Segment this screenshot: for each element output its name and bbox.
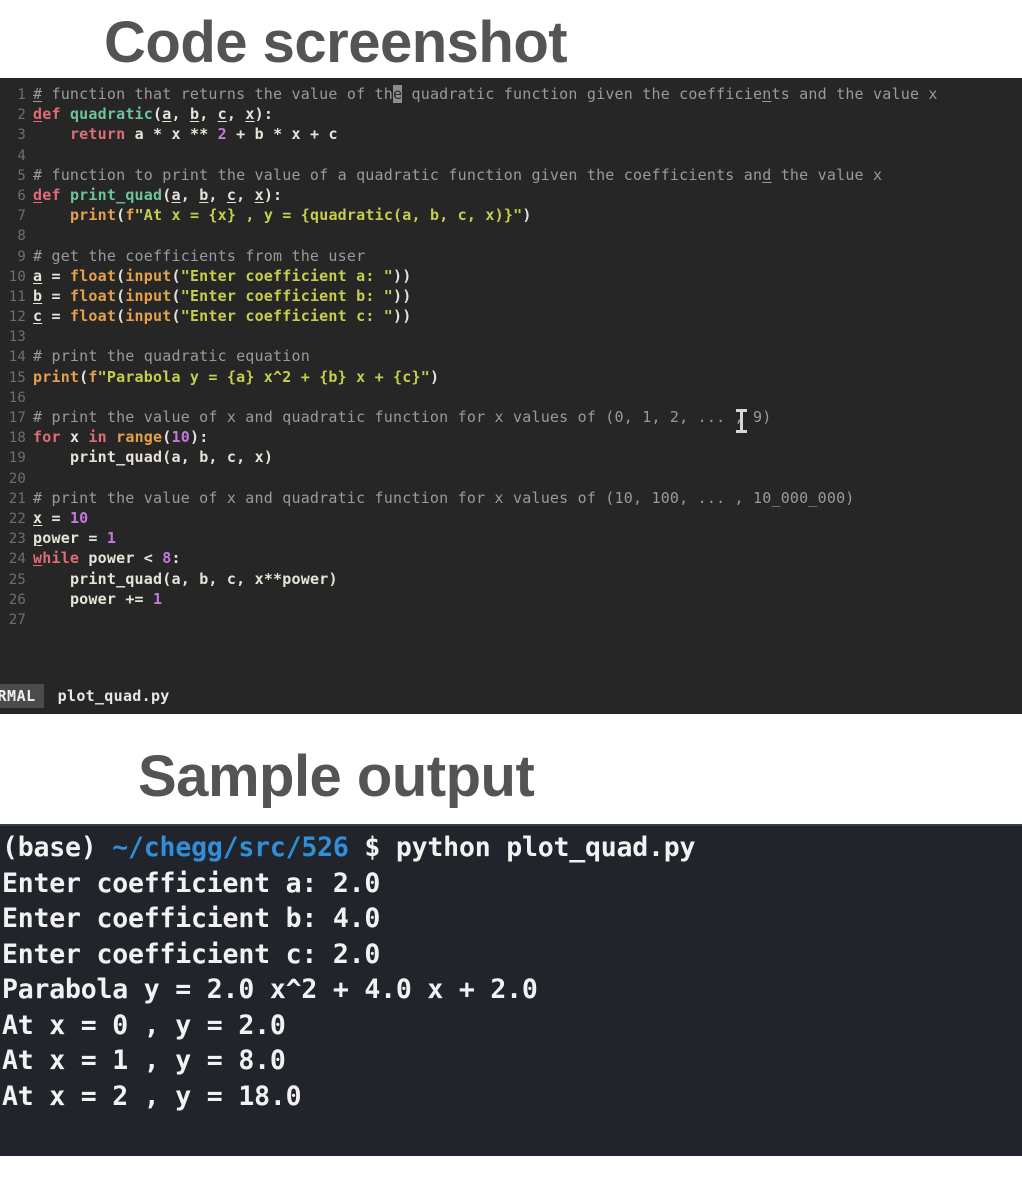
- line-number: 2: [17, 107, 26, 124]
- code-line: 19 print_quad(a, b, c, x): [0, 447, 1022, 467]
- code-text: print(f"At x = {x} , y = {quadratic(a, b…: [69, 206, 532, 225]
- code-line: 11 b = float(input("Enter coefficient b: …: [0, 286, 1022, 306]
- terminal-output-line: Enter coefficient b: 4.0: [2, 903, 381, 934]
- line-number: 27: [8, 611, 26, 628]
- line-number: 8: [17, 228, 26, 245]
- line-number: 10: [8, 268, 26, 285]
- code-line: 18 for x in range(10):: [0, 427, 1022, 447]
- line-number: 1: [17, 87, 26, 103]
- line-number: 18: [8, 430, 26, 447]
- code-text: # print the quadratic equation: [33, 347, 310, 366]
- code-text: a = float(input("Enter coefficient a: ")…: [33, 266, 412, 285]
- line-number: 5: [17, 167, 26, 184]
- code-line: 5 # function to print the value of a quad…: [0, 165, 1022, 185]
- code-text: while power < 8:: [33, 549, 181, 568]
- line-number: 11: [8, 288, 26, 305]
- status-filename: plot_quad.py: [57, 687, 170, 705]
- code-text: # print the value of x and quadratic fun…: [33, 408, 772, 426]
- prompt-symbol: $: [364, 832, 381, 863]
- line-number: 14: [8, 349, 26, 366]
- code-line: 3 return a * x ** 2 + b * x + c: [0, 124, 1022, 144]
- terminal-output-line: Enter coefficient a: 2.0: [2, 867, 381, 899]
- line-number: 7: [17, 208, 26, 225]
- code-line: 24 while power < 8:: [0, 548, 1022, 568]
- code-line: 4: [0, 145, 1022, 165]
- line-number: 12: [8, 309, 26, 326]
- line-number: 26: [8, 591, 26, 608]
- code-line: 1 # function that returns the value of th…: [0, 84, 1022, 104]
- i-beam-cursor-icon: [736, 408, 747, 434]
- code-line: 13: [0, 326, 1022, 346]
- code-text: for x in range(10):: [33, 428, 209, 447]
- code-line: 14 # print the quadratic equation: [0, 346, 1022, 366]
- code-line: 27: [0, 609, 1022, 629]
- code-line: 16: [0, 387, 1022, 407]
- text-cursor: e: [393, 85, 403, 103]
- code-line: 8: [0, 225, 1022, 245]
- terminal-prompt-line: (base) ~/chegg/src/526 $ python plot_qua…: [0, 830, 1022, 866]
- code-line: 25 print_quad(a, b, c, x**power): [0, 569, 1022, 589]
- code-line: 17 # print the value of x and quadratic f…: [0, 407, 1022, 427]
- code-text: power += 1: [69, 589, 163, 608]
- line-number: 3: [17, 127, 26, 144]
- code-line: 6 def print_quad(a, b, c, x):: [0, 185, 1022, 205]
- code-text: print(f"Parabola y = {a} x^2 + {b} x + {…: [33, 367, 440, 386]
- code-line: 9 # get the coefficients from the user: [0, 246, 1022, 266]
- editor-status-bar: ORMAL plot_quad.py: [0, 684, 1022, 708]
- line-number: 25: [8, 571, 26, 588]
- code-line: 26 power += 1: [0, 589, 1022, 609]
- line-number: 19: [8, 450, 26, 467]
- terminal-output-line: Parabola y = 2.0 x^2 + 4.0 x + 2.0: [2, 974, 538, 1005]
- prompt-path: ~/chegg/src/526: [112, 832, 349, 863]
- line-number: 9: [17, 248, 26, 265]
- code-text: c = float(input("Enter coefficient c: ")…: [33, 307, 412, 326]
- terminal-output-line: At x = 2 , y = 18.0: [2, 1080, 302, 1112]
- code-text: # get the coefficients from the user: [33, 246, 366, 265]
- code-line: 21 # print the value of x and quadratic f…: [0, 488, 1022, 508]
- code-text: b = float(input("Enter coefficient b: ")…: [33, 286, 412, 305]
- terminal-output-line: At x = 1 , y = 8.0: [2, 1045, 286, 1076]
- terminal-pane[interactable]: (base) ~/chegg/src/526 $ python plot_qua…: [0, 824, 1022, 1156]
- code-text: print_quad(a, b, c, x): [69, 448, 274, 467]
- code-text: # print the value of x and quadratic fun…: [33, 488, 855, 507]
- line-number: 20: [8, 470, 26, 487]
- code-line: 10 a = float(input("Enter coefficient a: …: [0, 266, 1022, 286]
- line-number: 23: [8, 531, 26, 548]
- status-mode-indicator: ORMAL: [0, 684, 44, 708]
- page-title-code-screenshot: Code screenshot: [104, 10, 568, 75]
- prompt-env: (base): [2, 832, 97, 863]
- line-number: 6: [17, 187, 26, 204]
- line-number: 4: [17, 147, 26, 164]
- terminal-output-line: Enter coefficient c: 2.0: [2, 938, 381, 970]
- terminal-command: python plot_quad.py: [395, 832, 696, 863]
- code-editor-pane[interactable]: 1 # function that returns the value of th…: [0, 78, 1022, 714]
- code-text: # function that returns the value of the…: [33, 85, 938, 103]
- code-text: def quadratic(a, b, c, x):: [33, 105, 274, 124]
- code-line: 20: [0, 468, 1022, 488]
- line-number: 22: [8, 510, 26, 527]
- code-text: power = 1: [33, 529, 117, 548]
- code-text: x = 10: [33, 508, 89, 527]
- code-line: 15 print(f"Parabola y = {a} x^2 + {b} x +…: [0, 367, 1022, 387]
- code-line: 2 def quadratic(a, b, c, x):: [0, 104, 1022, 124]
- code-line: 7 print(f"At x = {x} , y = {quadratic(a,…: [0, 205, 1022, 225]
- code-text: # function to print the value of a quadr…: [33, 165, 883, 184]
- line-number: 21: [8, 490, 26, 507]
- code-line: 22 x = 10: [0, 508, 1022, 528]
- line-number: 15: [8, 369, 26, 386]
- code-lines-container[interactable]: 1 # function that returns the value of th…: [0, 78, 1022, 629]
- code-text: print_quad(a, b, c, x**power): [69, 569, 338, 588]
- page-title-sample-output: Sample output: [138, 744, 535, 809]
- code-line: 12 c = float(input("Enter coefficient c: …: [0, 306, 1022, 326]
- code-text: return a * x ** 2 + b * x + c: [69, 125, 338, 144]
- line-number: 24: [8, 551, 26, 568]
- code-line: 23 power = 1: [0, 528, 1022, 548]
- line-number: 13: [8, 329, 26, 346]
- code-text: def print_quad(a, b, c, x):: [33, 185, 283, 204]
- line-number: 17: [8, 410, 26, 426]
- terminal-output-line: At x = 0 , y = 2.0: [2, 1009, 286, 1041]
- line-number: 16: [8, 389, 26, 406]
